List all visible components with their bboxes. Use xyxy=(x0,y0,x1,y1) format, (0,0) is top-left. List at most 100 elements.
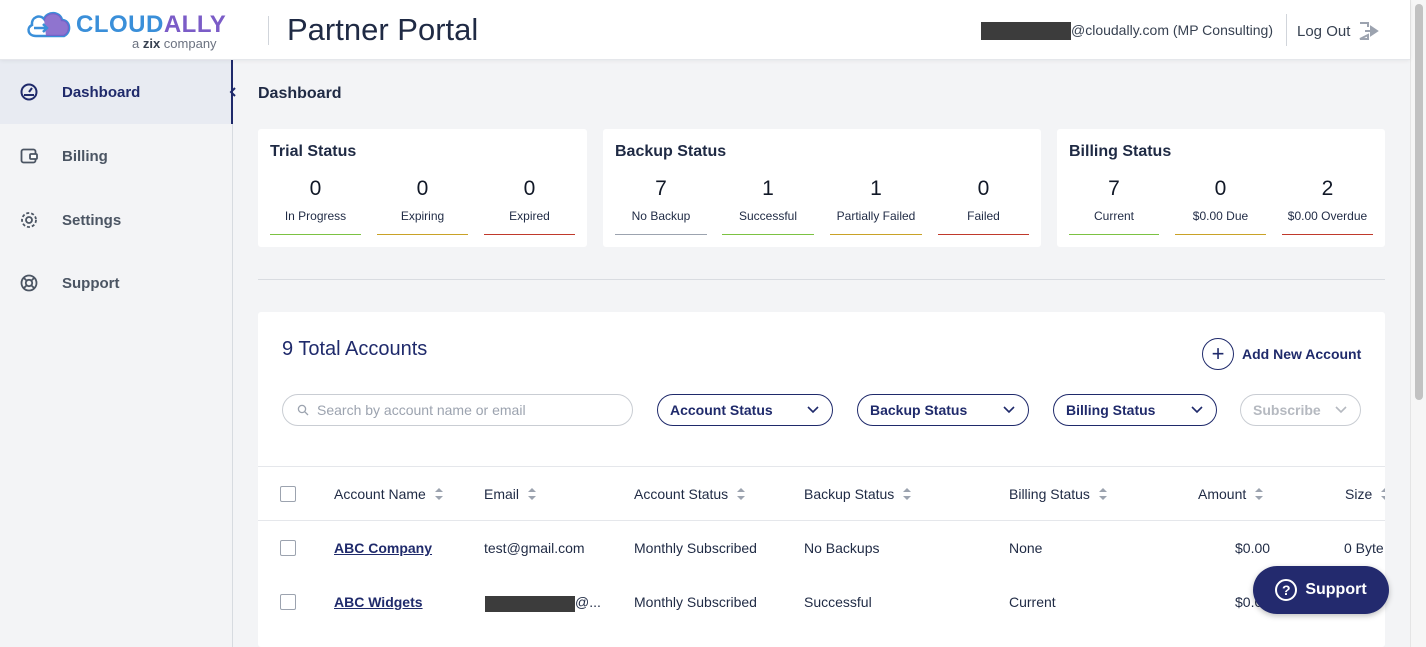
section-divider xyxy=(258,279,1385,280)
sidebar-item-label: Dashboard xyxy=(62,83,141,101)
stat-in-progress[interactable]: 0 In Progress xyxy=(270,175,361,237)
logo-part-ally: ALLY xyxy=(163,11,227,38)
column-label: Backup Status xyxy=(804,486,895,502)
chevron-down-icon xyxy=(1191,406,1203,414)
search-box[interactable] xyxy=(282,394,633,426)
sidebar-item-dashboard[interactable]: Dashboard xyxy=(0,60,236,124)
account-name-link[interactable]: ABC Company xyxy=(334,540,432,556)
card-title: Backup Status xyxy=(615,143,727,160)
redacted-email xyxy=(485,596,575,612)
amount-cell: $0.00 xyxy=(1235,540,1271,556)
column-account-name[interactable]: Account Name xyxy=(334,486,444,502)
table-row: ABC Company test@gmail.com Monthly Subsc… xyxy=(258,521,1385,575)
chevron-down-icon xyxy=(1003,406,1015,414)
total-accounts: 9 Total Accounts xyxy=(282,338,428,360)
stat-underline xyxy=(722,234,814,235)
stat-expiring[interactable]: 0 Expiring xyxy=(377,175,468,237)
support-button[interactable]: ? Support xyxy=(1253,566,1389,614)
stat-label: No Backup xyxy=(631,209,691,223)
sidebar-item-support[interactable]: Support xyxy=(0,251,233,315)
stat-underline xyxy=(1175,234,1266,235)
stat-successful[interactable]: 1 Successful xyxy=(722,175,814,237)
stat-failed[interactable]: 0 Failed xyxy=(938,175,1029,237)
sort-icon xyxy=(1098,488,1107,500)
logo-part-cloud: CLOUD xyxy=(76,11,164,38)
stat-expired[interactable]: 0 Expired xyxy=(484,175,575,237)
stat-value: 0 xyxy=(523,177,536,200)
sidebar-item-label: Settings xyxy=(62,211,122,229)
column-label: Size xyxy=(1345,486,1373,502)
backup-status-card: Backup Status 7 No Backup 1 Successful 1… xyxy=(603,129,1041,247)
header-divider-user xyxy=(1286,14,1287,46)
account-status-dropdown[interactable]: Account Status xyxy=(657,394,833,426)
account-status-cell: Monthly Subscribed xyxy=(634,594,757,610)
sidebar-item-settings[interactable]: Settings xyxy=(0,188,233,252)
gauge-icon xyxy=(20,83,38,101)
column-account-status[interactable]: Account Status xyxy=(634,486,746,502)
backup-status-dropdown[interactable]: Backup Status xyxy=(857,394,1029,426)
subscribe-dropdown[interactable]: Subscribe xyxy=(1240,394,1361,426)
select-all-checkbox[interactable] xyxy=(280,486,296,502)
page-scrollbar[interactable] xyxy=(1410,0,1426,647)
sidebar-item-label: Support xyxy=(62,274,120,292)
dropdown-label: Account Status xyxy=(670,402,773,418)
sidebar: Dashboard Billing Settings Support xyxy=(0,60,236,647)
stat-label: Expired xyxy=(509,209,550,223)
scrollbar-thumb[interactable] xyxy=(1415,4,1423,400)
dropdown-label: Billing Status xyxy=(1066,402,1156,418)
billing-status-dropdown[interactable]: Billing Status xyxy=(1053,394,1217,426)
logout-button[interactable]: Log Out xyxy=(1297,21,1380,41)
stat-value: 0 xyxy=(309,177,322,200)
column-amount[interactable]: Amount xyxy=(1198,486,1264,502)
trial-status-card: Trial Status 0 In Progress 0 Expiring 0 … xyxy=(258,129,587,247)
header-divider xyxy=(268,16,269,45)
stat-partially-failed[interactable]: 1 Partially Failed xyxy=(830,175,922,237)
stat-current[interactable]: 7 Current xyxy=(1069,175,1159,237)
size-cell: 0 Byte xyxy=(1344,540,1384,556)
search-input[interactable] xyxy=(317,402,617,418)
top-header: CLOUDALLY a zix company Partner Portal @… xyxy=(0,0,1410,60)
chevron-left-icon[interactable] xyxy=(226,84,240,100)
redacted-username xyxy=(981,22,1071,40)
stat-due[interactable]: 0 $0.00 Due xyxy=(1175,175,1266,237)
logout-label: Log Out xyxy=(1297,22,1351,40)
cloudally-logo[interactable]: CLOUDALLY a zix company xyxy=(24,8,234,52)
backup-status-cell: Successful xyxy=(804,594,872,610)
column-label: Account Status xyxy=(634,486,729,502)
add-new-account-button[interactable]: + Add New Account xyxy=(1202,338,1361,370)
logo-subtitle: a zix company xyxy=(132,36,217,51)
sort-icon xyxy=(528,488,537,500)
account-email: @... xyxy=(575,594,601,610)
account-email: test@gmail.com xyxy=(484,540,585,556)
stat-label: Successful xyxy=(738,209,798,223)
column-size[interactable]: Size xyxy=(1345,486,1385,502)
row-checkbox[interactable] xyxy=(280,594,296,610)
column-billing-status[interactable]: Billing Status xyxy=(1009,486,1108,502)
lifebuoy-icon xyxy=(20,274,38,292)
billing-status-cell: Current xyxy=(1009,594,1056,610)
cloud-logo-icon xyxy=(27,11,71,38)
question-icon: ? xyxy=(1275,579,1298,601)
column-label: Billing Status xyxy=(1009,486,1090,502)
billing-status-card: Billing Status 7 Current 0 $0.00 Due 2 $… xyxy=(1057,129,1385,247)
stat-underline xyxy=(830,234,922,235)
account-name-link[interactable]: ABC Widgets xyxy=(334,594,423,610)
plus-icon: + xyxy=(1202,338,1234,370)
stat-underline xyxy=(1069,234,1159,235)
row-checkbox[interactable] xyxy=(280,540,296,556)
table-header: Account Name Email Account Status Backup… xyxy=(258,466,1385,521)
sort-icon xyxy=(903,488,912,500)
account-status-cell: Monthly Subscribed xyxy=(634,540,757,556)
stat-no-backup[interactable]: 7 No Backup xyxy=(615,175,707,237)
logo-sub-suffix: company xyxy=(160,36,217,51)
column-backup-status[interactable]: Backup Status xyxy=(804,486,912,502)
stat-underline xyxy=(377,234,468,235)
gear-icon xyxy=(21,212,37,228)
column-email[interactable]: Email xyxy=(484,486,537,502)
sidebar-item-billing[interactable]: Billing xyxy=(0,124,233,188)
search-icon xyxy=(297,404,309,416)
column-label: Amount xyxy=(1198,486,1247,502)
stat-value: 1 xyxy=(762,177,774,200)
stat-underline xyxy=(1282,234,1373,235)
stat-overdue[interactable]: 2 $0.00 Overdue xyxy=(1282,175,1373,237)
